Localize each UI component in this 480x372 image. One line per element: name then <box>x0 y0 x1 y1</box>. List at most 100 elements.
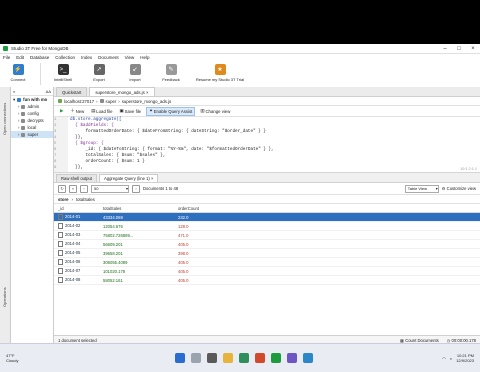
document-icon <box>58 250 63 256</box>
close-tab-icon[interactable]: × <box>146 90 149 95</box>
import-button[interactable]: ↙ Import <box>121 61 149 82</box>
col-id[interactable]: _id <box>54 204 99 213</box>
tab-raw-output[interactable]: Raw shell output <box>56 174 97 182</box>
app-icon[interactable] <box>303 353 314 363</box>
table-row[interactable]: 2014-01 43334.069 232.0 <box>54 212 480 222</box>
tab-label: Aggregate Query (line 1) <box>103 176 150 181</box>
change-view-button[interactable]: ▥ Change view <box>198 108 232 115</box>
maximize-icon[interactable]: □ <box>452 46 466 52</box>
prev-page-icon[interactable]: ‹ <box>80 184 88 193</box>
crumb-db[interactable]: super <box>106 99 117 104</box>
chevron-right-icon: › <box>118 98 120 104</box>
col-order-count[interactable]: orderCount <box>174 204 480 213</box>
tree-db-super[interactable]: › super <box>11 131 53 138</box>
intellishell-label: IntelliShell <box>53 77 73 82</box>
expand-icon[interactable]: ▾ <box>13 97 15 103</box>
save-file-button[interactable]: ▣ Save file <box>118 108 144 115</box>
crumb-file[interactable]: superstore_mongo_ads.js <box>122 99 171 104</box>
menu-document[interactable]: Document <box>98 55 119 60</box>
crumb-host[interactable]: localhost:27017 <box>64 99 94 104</box>
connect-icon: ⚡ <box>12 64 24 75</box>
start-icon[interactable] <box>175 353 186 363</box>
view-mode-value: Table View <box>407 186 428 191</box>
next-page-icon[interactable]: › <box>132 184 140 193</box>
db-label: admin <box>27 104 40 109</box>
table-row[interactable]: 2014-07 101020.178 405.0 <box>54 266 480 276</box>
table-row[interactable]: 2014-04 56609.201 405.0 <box>54 239 480 249</box>
app-icon[interactable] <box>287 353 298 363</box>
browser-icon[interactable] <box>239 353 250 363</box>
tab-quickstart[interactable]: Quickstart <box>56 87 88 96</box>
menu-database[interactable]: Database <box>30 55 49 60</box>
window-title: Studio 3T Free for MongoDB <box>11 46 69 51</box>
table-row[interactable]: 2014-03 75802.726889... 471.0 <box>54 230 480 240</box>
table-row[interactable]: 2014-05 39658.201 398.0 <box>54 248 480 258</box>
menu-file[interactable]: File <box>3 55 10 60</box>
menu-view[interactable]: View <box>125 55 135 60</box>
tree-db-admin[interactable]: › admin <box>11 103 53 110</box>
close-icon[interactable]: × <box>466 46 480 52</box>
open-connections-tab[interactable]: Open connections <box>2 103 7 135</box>
minimize-icon[interactable]: – <box>438 46 452 52</box>
close-tab-icon[interactable]: × <box>151 176 153 181</box>
db-label: decrypts <box>27 118 44 123</box>
path-field[interactable]: totalSales <box>76 197 95 202</box>
tree-db-decrypts[interactable]: › decrypts <box>11 117 53 124</box>
cell-id: 2014-06 <box>54 257 99 267</box>
intellishell-button[interactable]: >_ IntelliShell <box>49 61 77 82</box>
resume-trial-button[interactable]: ★ Resume my Studio 3T Trial <box>193 61 247 82</box>
filter-toggle[interactable]: AA <box>46 89 51 94</box>
col-total-sales[interactable]: totalSales <box>99 204 174 213</box>
customize-view-button[interactable]: ⚙ Customize view <box>442 186 480 191</box>
results-grid-wrap: _id totalSales orderCount 2014-01 43334.… <box>54 204 480 335</box>
view-mode-select[interactable]: Table View ▾ <box>404 184 439 193</box>
database-icon <box>21 104 26 109</box>
search-icon[interactable]: ⌕ <box>13 89 15 94</box>
menu-edit[interactable]: Edit <box>16 55 24 60</box>
menu-help[interactable]: Help <box>140 55 149 60</box>
table-row[interactable]: 2014-02 12054.676 128.0 <box>54 221 480 231</box>
menu-collection[interactable]: Collection <box>55 55 75 60</box>
page-size-select[interactable]: 50 ▾ <box>91 184 129 193</box>
resume-trial-label: Resume my Studio 3T Trial <box>195 77 245 82</box>
tab-aggregate-query[interactable]: Aggregate Query (line 1) × <box>98 174 159 182</box>
search-icon[interactable] <box>191 353 202 363</box>
task-view-icon[interactable] <box>207 353 218 363</box>
first-page-icon[interactable]: « <box>69 184 77 193</box>
id-value: 2014-08 <box>65 277 81 283</box>
tab-script[interactable]: superstore_mongo_ads.js × <box>89 87 155 96</box>
count-documents-button[interactable]: ▦ Count Documents <box>400 338 439 343</box>
feedback-button[interactable]: ✎ Feedback <box>157 61 185 82</box>
app-icon[interactable] <box>255 353 266 363</box>
operations-tab[interactable]: Operations <box>2 287 7 307</box>
query-time: ◷ 00:00:00.178 <box>447 338 476 343</box>
refresh-icon[interactable]: ↻ <box>58 184 66 193</box>
cell-total: 101020.178 <box>99 266 174 276</box>
table-row[interactable]: 2014-08 58052.161 405.0 <box>54 275 480 285</box>
load-file-button[interactable]: ▤ Load file <box>89 108 114 115</box>
new-button[interactable]: ＋ New <box>68 108 86 115</box>
export-button[interactable]: ↗ Export <box>85 61 113 82</box>
clock-icon: ◷ <box>446 337 451 343</box>
chevron-right-icon: › <box>18 111 20 116</box>
table-row[interactable]: 2014-06 306055.4089 405.0 <box>54 257 480 267</box>
cell-total: 306055.4089 <box>99 257 174 267</box>
studio3t-icon[interactable] <box>271 353 282 363</box>
code-text[interactable]: db.store.aggregate([ { $addFields: { for… <box>68 117 480 172</box>
tree-connection[interactable]: ▾ fun with mo <box>11 96 53 103</box>
code-editor[interactable]: 1 2 3 4 5 6 7 8 9 db.store.aggregate([ {… <box>54 117 480 173</box>
tree-db-local[interactable]: › local <box>11 124 53 131</box>
query-assist-button[interactable]: ✦ Enable Query Assist <box>146 106 196 116</box>
play-icon: ▶ <box>60 108 64 113</box>
shell-icon: >_ <box>57 64 69 75</box>
tree-db-config[interactable]: › config <box>11 110 53 117</box>
weather-widget[interactable]: 47°F Cloudy <box>0 353 46 363</box>
file-explorer-icon[interactable] <box>223 353 234 363</box>
menu-index[interactable]: Index <box>81 55 92 60</box>
path-collection[interactable]: store <box>58 197 69 202</box>
connect-button[interactable]: ⚡ Connect <box>4 61 32 82</box>
clock[interactable]: 10:21 PM 12/9/2023 <box>456 353 474 363</box>
run-button[interactable]: ▶ <box>58 108 65 115</box>
cell-total: 58052.161 <box>99 275 174 285</box>
count-icon: ▦ <box>400 337 405 343</box>
